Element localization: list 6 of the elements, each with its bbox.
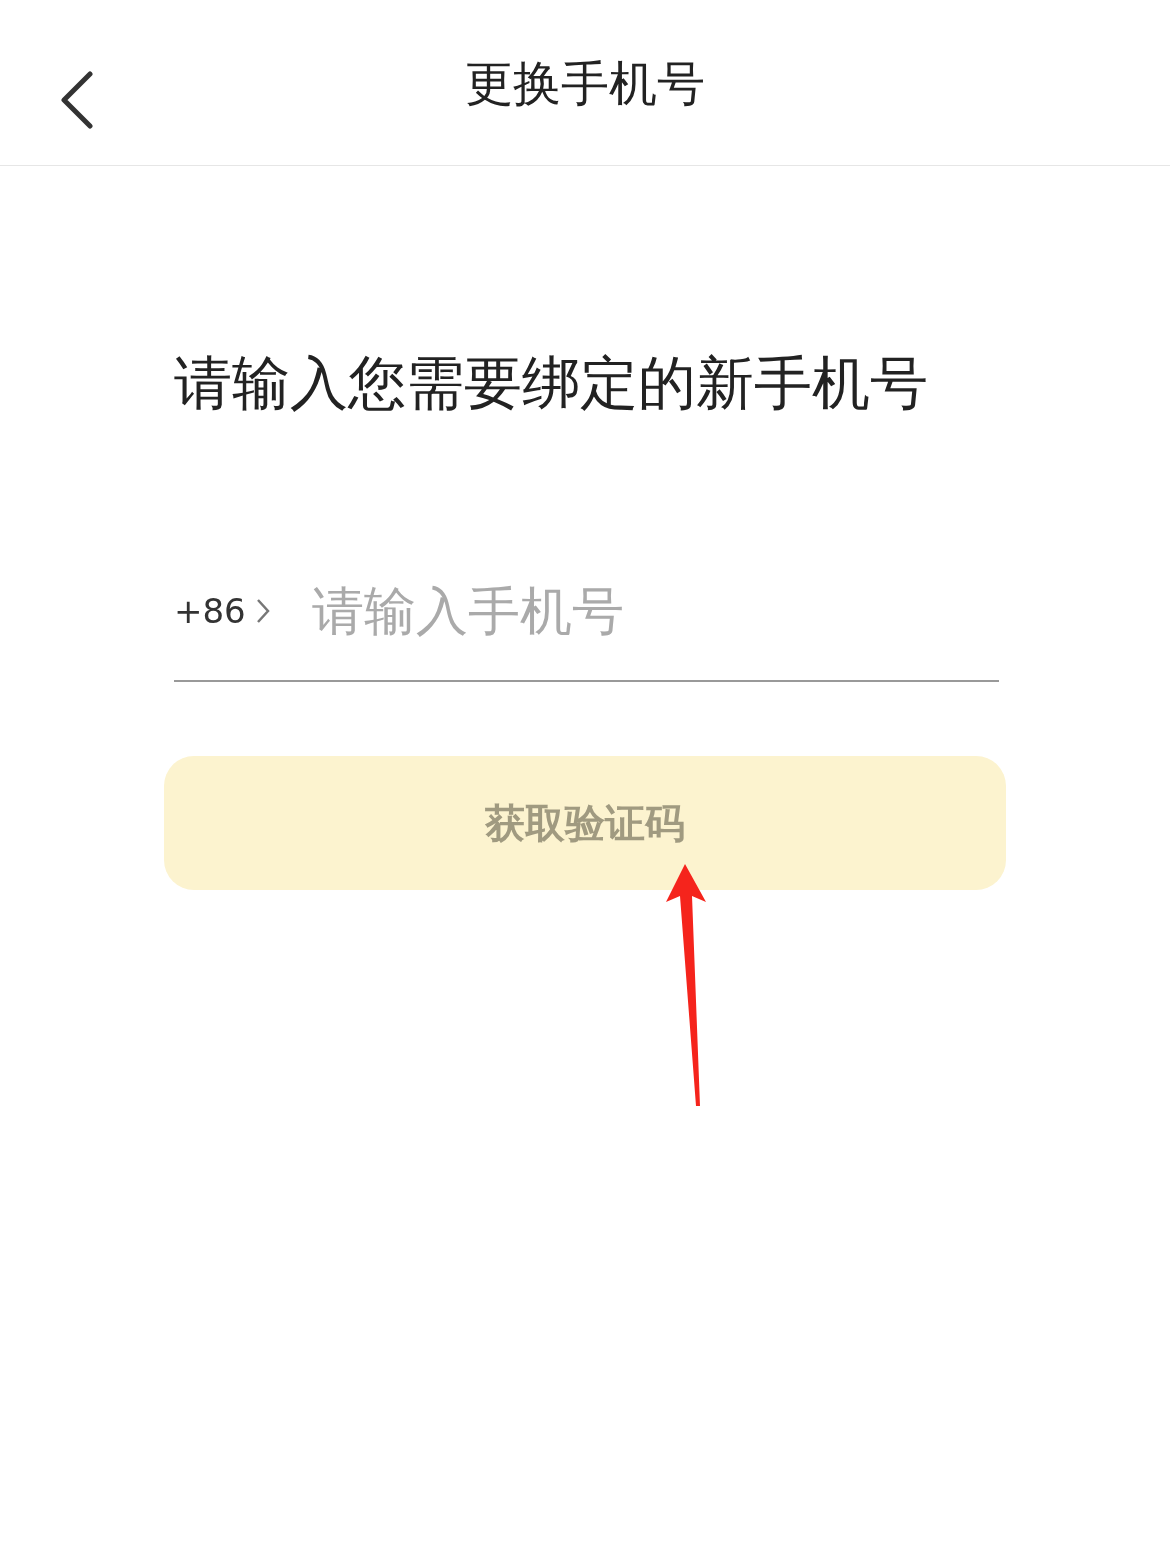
instruction-text: 请输入您需要绑定的新手机号 (174, 354, 929, 412)
back-icon (58, 71, 94, 129)
chevron-right-icon (255, 598, 270, 624)
phone-input-field[interactable]: 请输入手机号 (311, 572, 999, 650)
page-title: 更换手机号 (465, 58, 705, 107)
country-code-selector[interactable]: +86 (174, 585, 270, 637)
